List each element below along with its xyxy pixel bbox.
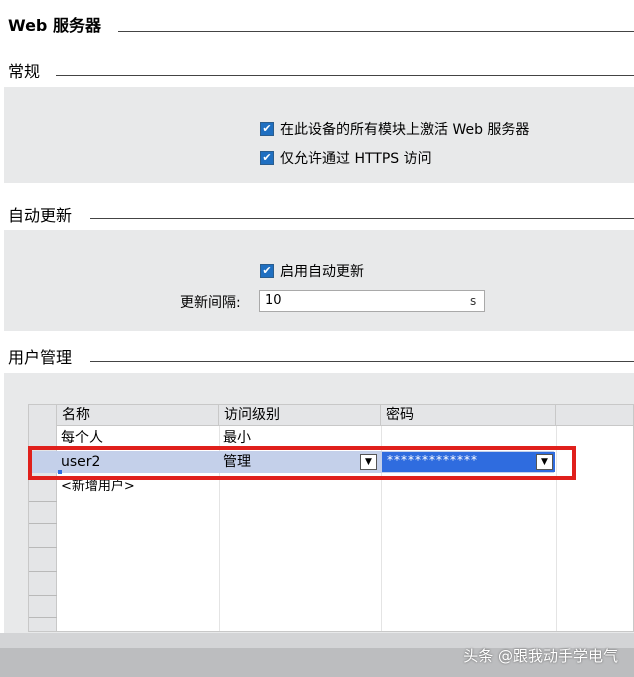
general-panel: ✔ 在此设备的所有模块上激活 Web 服务器 ✔ 仅允许通过 HTTPS 访问 xyxy=(4,87,634,183)
table-cell-name[interactable]: 每个人 xyxy=(56,428,103,448)
row-header-divider xyxy=(29,501,57,502)
update-interval-unit: s xyxy=(470,294,477,308)
section-title-auto-update: 自动更新 xyxy=(8,206,73,225)
table-cell-access-level[interactable]: 最小 xyxy=(218,428,251,448)
section-divider xyxy=(90,218,634,219)
column-header-empty xyxy=(556,405,633,426)
enable-auto-update-checkbox[interactable]: ✔ 启用自动更新 xyxy=(260,261,364,281)
row-header-divider xyxy=(29,571,57,572)
section-title-web-server: Web 服务器 xyxy=(8,16,101,35)
section-divider xyxy=(56,75,634,76)
row-header-divider xyxy=(29,617,57,618)
update-interval-input[interactable]: 10 xyxy=(259,290,485,312)
https-only-checkbox[interactable]: ✔ 仅允许通过 HTTPS 访问 xyxy=(260,148,432,168)
column-header-name[interactable]: 名称 xyxy=(57,405,219,426)
row-header-divider xyxy=(29,547,57,548)
column-header-access-level[interactable]: 访问级别 xyxy=(219,405,381,426)
update-interval-value: 10 xyxy=(265,293,282,308)
https-only-label: 仅允许通过 HTTPS 访问 xyxy=(280,151,432,167)
checkmark-icon: ✔ xyxy=(260,122,274,136)
enable-auto-update-label: 启用自动更新 xyxy=(280,264,364,280)
section-divider xyxy=(90,361,634,362)
user-table: 名称 访问级别 密码 xyxy=(28,404,634,632)
row-header-divider xyxy=(29,595,57,596)
update-interval-label: 更新间隔: xyxy=(180,295,241,311)
row-header-column xyxy=(29,405,57,631)
activate-web-server-label: 在此设备的所有模块上激活 Web 服务器 xyxy=(280,122,530,138)
column-header-password[interactable]: 密码 xyxy=(381,405,556,426)
auto-update-panel: ✔ 启用自动更新 更新间隔: 10 s xyxy=(4,230,634,331)
row-header-divider xyxy=(29,523,57,524)
checkmark-icon: ✔ xyxy=(260,264,274,278)
checkmark-icon: ✔ xyxy=(260,151,274,165)
section-divider xyxy=(118,31,634,32)
section-title-general: 常规 xyxy=(8,62,41,81)
section-title-user-management: 用户管理 xyxy=(8,348,73,367)
highlight-box xyxy=(28,446,576,480)
add-user-row[interactable]: <新增用户> xyxy=(56,478,135,496)
watermark-text: 头条 @跟我动手学电气 xyxy=(463,647,618,665)
activate-web-server-checkbox[interactable]: ✔ 在此设备的所有模块上激活 Web 服务器 xyxy=(260,119,529,139)
